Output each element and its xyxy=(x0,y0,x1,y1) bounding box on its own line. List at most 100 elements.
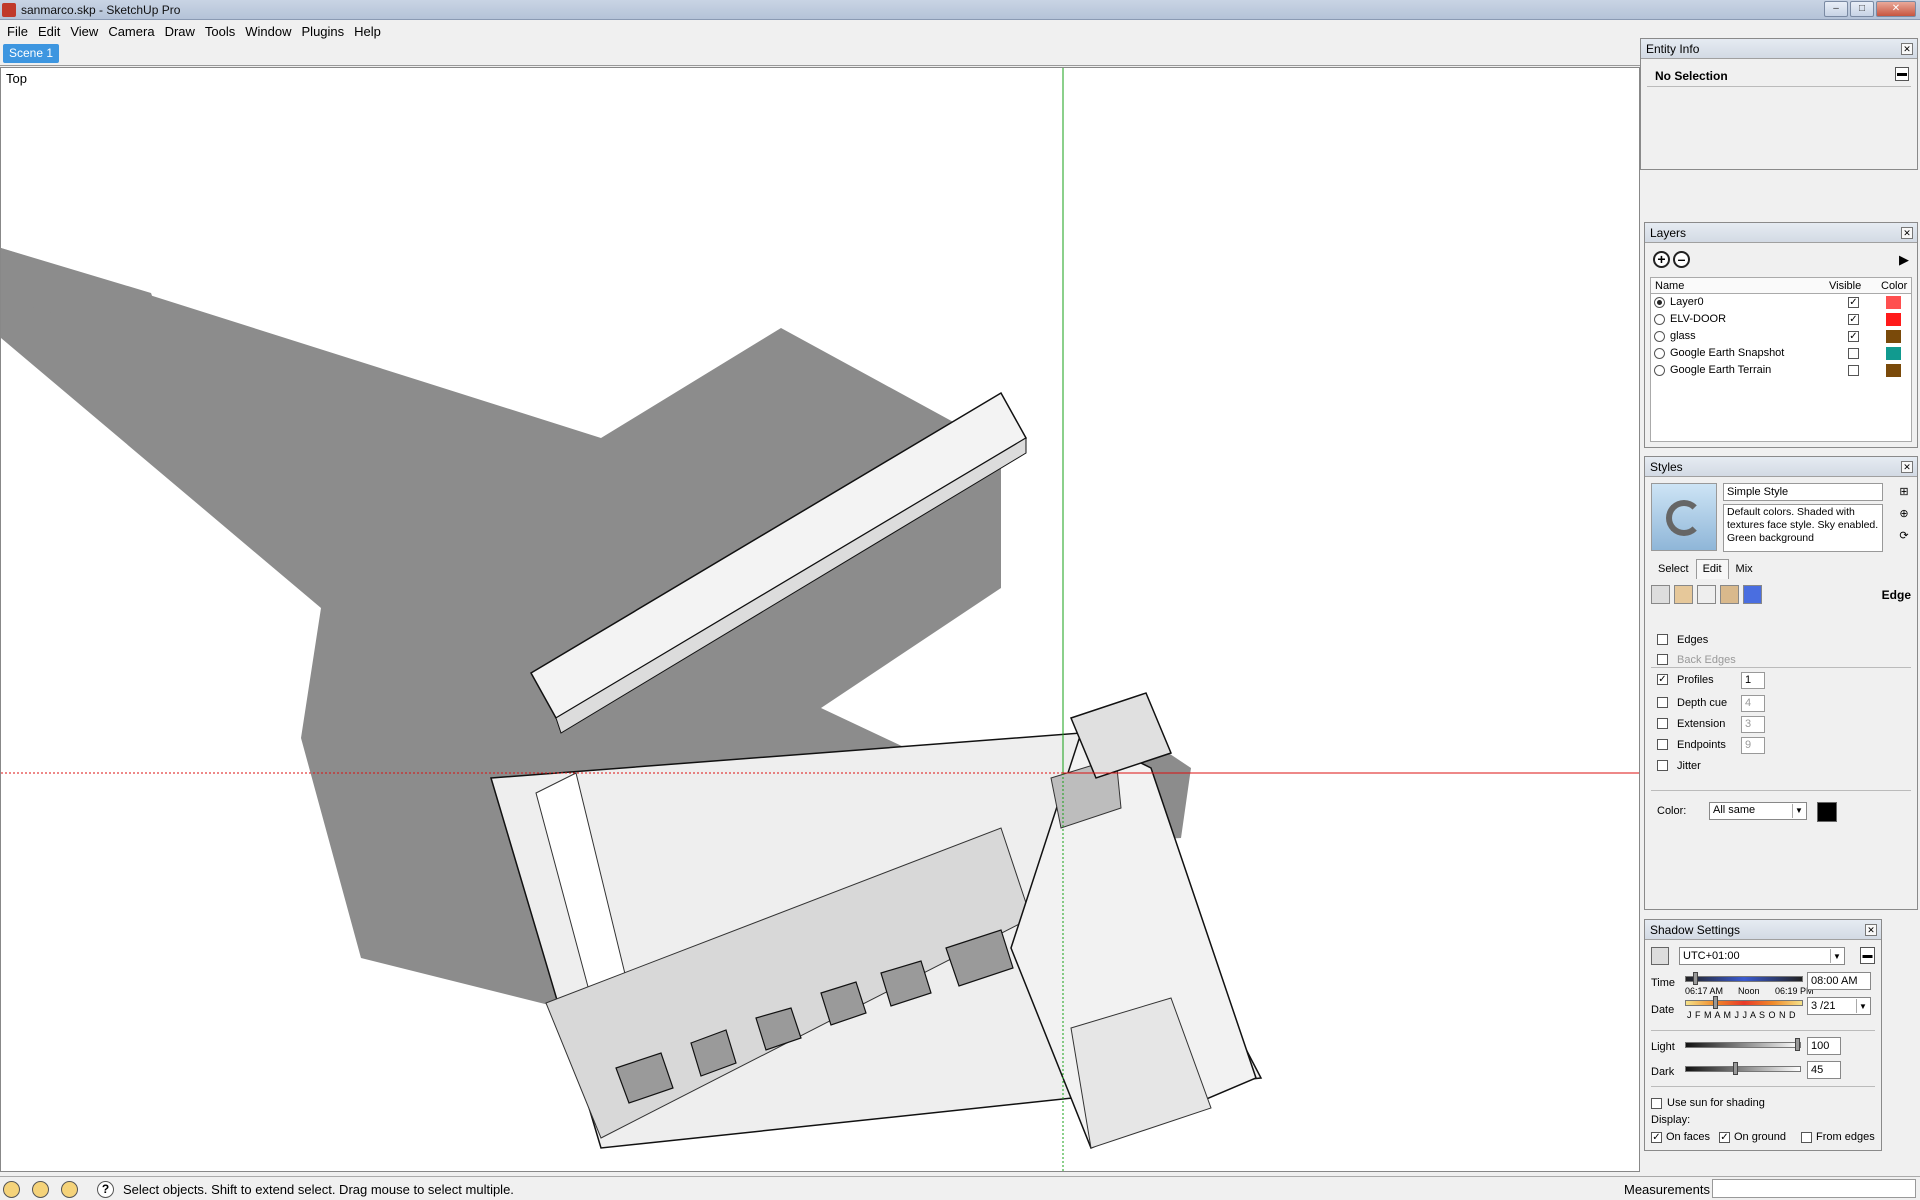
scene-tab-1[interactable]: Scene 1 xyxy=(3,44,60,63)
update-style-icon[interactable]: ⟳ xyxy=(1897,529,1911,543)
edge-option-checkbox[interactable] xyxy=(1657,654,1668,665)
edge-option-value[interactable]: 4 xyxy=(1741,695,1765,712)
edge-option-value[interactable]: 3 xyxy=(1741,716,1765,733)
layer-name[interactable]: ELV-DOOR xyxy=(1670,313,1726,325)
layer-visible-checkbox[interactable] xyxy=(1848,348,1859,359)
active-layer-radio[interactable] xyxy=(1654,331,1665,342)
edge-option-checkbox[interactable] xyxy=(1657,718,1668,729)
menu-draw[interactable]: Draw xyxy=(160,21,200,41)
layer-row[interactable]: Layer0 ✓ xyxy=(1651,294,1911,311)
modeling-settings-icon[interactable] xyxy=(1743,585,1762,604)
face-settings-icon[interactable] xyxy=(1674,585,1693,604)
active-layer-radio[interactable] xyxy=(1654,348,1665,359)
maximize-button[interactable]: □ xyxy=(1850,1,1874,17)
shadow-settings-header[interactable]: Shadow Settings ✕ xyxy=(1645,920,1881,940)
create-style-icon[interactable]: ⊞ xyxy=(1897,485,1911,499)
close-icon[interactable]: ✕ xyxy=(1901,43,1913,55)
layers-header[interactable]: Layers ✕ xyxy=(1645,223,1917,243)
on-faces-checkbox[interactable]: ✓ xyxy=(1651,1132,1662,1143)
date-input[interactable]: 3 /21 ▼ xyxy=(1807,997,1871,1015)
add-layer-icon[interactable]: + xyxy=(1653,251,1670,268)
delete-layer-icon[interactable]: – xyxy=(1673,251,1690,268)
menu-view[interactable]: View xyxy=(65,21,103,41)
tab-mix[interactable]: Mix xyxy=(1729,559,1760,579)
edge-option-value[interactable]: 9 xyxy=(1741,737,1765,754)
time-slider-thumb[interactable] xyxy=(1693,972,1698,985)
dark-slider-thumb[interactable] xyxy=(1733,1062,1738,1075)
light-slider-thumb[interactable] xyxy=(1795,1038,1800,1051)
geo-location-icon[interactable] xyxy=(3,1181,20,1198)
edge-option-checkbox[interactable] xyxy=(1657,634,1668,645)
tab-select[interactable]: Select xyxy=(1651,559,1696,579)
edge-option-value[interactable]: 1 xyxy=(1741,672,1765,689)
time-slider[interactable] xyxy=(1685,976,1803,982)
close-button[interactable]: ✕ xyxy=(1876,1,1916,17)
menu-plugins[interactable]: Plugins xyxy=(297,21,350,41)
edge-option-checkbox[interactable] xyxy=(1657,739,1668,750)
menu-camera[interactable]: Camera xyxy=(103,21,159,41)
layer-visible-checkbox[interactable] xyxy=(1848,365,1859,376)
measurements-input[interactable] xyxy=(1712,1179,1916,1198)
entity-info-header[interactable]: Entity Info ✕ xyxy=(1641,39,1917,59)
layer-row[interactable]: ELV-DOOR ✓ xyxy=(1651,311,1911,328)
edge-option-checkbox[interactable]: ✓ xyxy=(1657,674,1668,685)
style-name-field[interactable]: Simple Style xyxy=(1723,483,1883,501)
active-layer-radio[interactable] xyxy=(1654,297,1665,308)
layers-details-icon[interactable]: ▶ xyxy=(1899,252,1909,268)
edge-color-select[interactable]: All same ▼ xyxy=(1709,802,1807,820)
user-icon[interactable] xyxy=(61,1181,78,1198)
tab-edit[interactable]: Edit xyxy=(1695,559,1729,579)
style-thumbnail[interactable] xyxy=(1651,483,1717,551)
active-layer-radio[interactable] xyxy=(1654,314,1665,325)
menu-help[interactable]: Help xyxy=(349,21,386,41)
close-icon[interactable]: ✕ xyxy=(1865,924,1877,936)
menu-edit[interactable]: Edit xyxy=(33,21,65,41)
style-description-field[interactable]: Default colors. Shaded with textures fac… xyxy=(1723,504,1883,552)
time-input[interactable]: 08:00 AM xyxy=(1807,972,1871,990)
edge-option-checkbox[interactable] xyxy=(1657,697,1668,708)
help-icon[interactable]: ? xyxy=(97,1181,114,1198)
light-input[interactable]: 100 xyxy=(1807,1037,1841,1055)
edge-option-checkbox[interactable] xyxy=(1657,760,1668,771)
layer-name[interactable]: Google Earth Snapshot xyxy=(1670,347,1784,359)
toggle-details-icon[interactable]: ▬ xyxy=(1895,67,1909,81)
active-layer-radio[interactable] xyxy=(1654,365,1665,376)
edge-settings-icon[interactable] xyxy=(1651,585,1670,604)
dark-slider[interactable] xyxy=(1685,1066,1801,1072)
layer-color-swatch[interactable] xyxy=(1886,364,1901,377)
display-shadows-icon[interactable] xyxy=(1651,947,1669,965)
credits-icon[interactable] xyxy=(32,1181,49,1198)
layer-name[interactable]: Layer0 xyxy=(1670,296,1704,308)
layer-name[interactable]: glass xyxy=(1670,330,1696,342)
sketchup-app-icon[interactable] xyxy=(2,3,16,17)
on-ground-checkbox[interactable]: ✓ xyxy=(1719,1132,1730,1143)
minimize-button[interactable]: – xyxy=(1824,1,1848,17)
timezone-select[interactable]: UTC+01:00 ▼ xyxy=(1679,947,1845,965)
menu-file[interactable]: File xyxy=(2,21,33,41)
date-slider-thumb[interactable] xyxy=(1713,996,1718,1009)
background-settings-icon[interactable] xyxy=(1697,585,1716,604)
layer-name[interactable]: Google Earth Terrain xyxy=(1670,364,1771,376)
dark-input[interactable]: 45 xyxy=(1807,1061,1841,1079)
layer-visible-checkbox[interactable]: ✓ xyxy=(1848,331,1859,342)
layer-color-swatch[interactable] xyxy=(1886,330,1901,343)
light-slider[interactable] xyxy=(1685,1042,1801,1048)
add-style-icon[interactable]: ⊕ xyxy=(1897,507,1911,521)
modeling-viewport[interactable]: Top xyxy=(0,67,1640,1172)
menu-window[interactable]: Window xyxy=(240,21,296,41)
col-color[interactable]: Color xyxy=(1881,280,1907,292)
layer-color-swatch[interactable] xyxy=(1886,313,1901,326)
menu-tools[interactable]: Tools xyxy=(200,21,240,41)
date-slider[interactable] xyxy=(1685,1000,1803,1006)
layer-row[interactable]: Google Earth Snapshot xyxy=(1651,345,1911,362)
close-icon[interactable]: ✕ xyxy=(1901,227,1913,239)
layer-row[interactable]: Google Earth Terrain xyxy=(1651,362,1911,379)
col-name[interactable]: Name xyxy=(1655,280,1684,292)
watermark-settings-icon[interactable] xyxy=(1720,585,1739,604)
use-sun-checkbox[interactable] xyxy=(1651,1098,1662,1109)
toggle-details-icon[interactable]: ▬ xyxy=(1860,947,1875,964)
from-edges-checkbox[interactable] xyxy=(1801,1132,1812,1143)
layer-color-swatch[interactable] xyxy=(1886,296,1901,309)
edge-color-swatch[interactable] xyxy=(1817,802,1837,822)
layer-row[interactable]: glass ✓ xyxy=(1651,328,1911,345)
